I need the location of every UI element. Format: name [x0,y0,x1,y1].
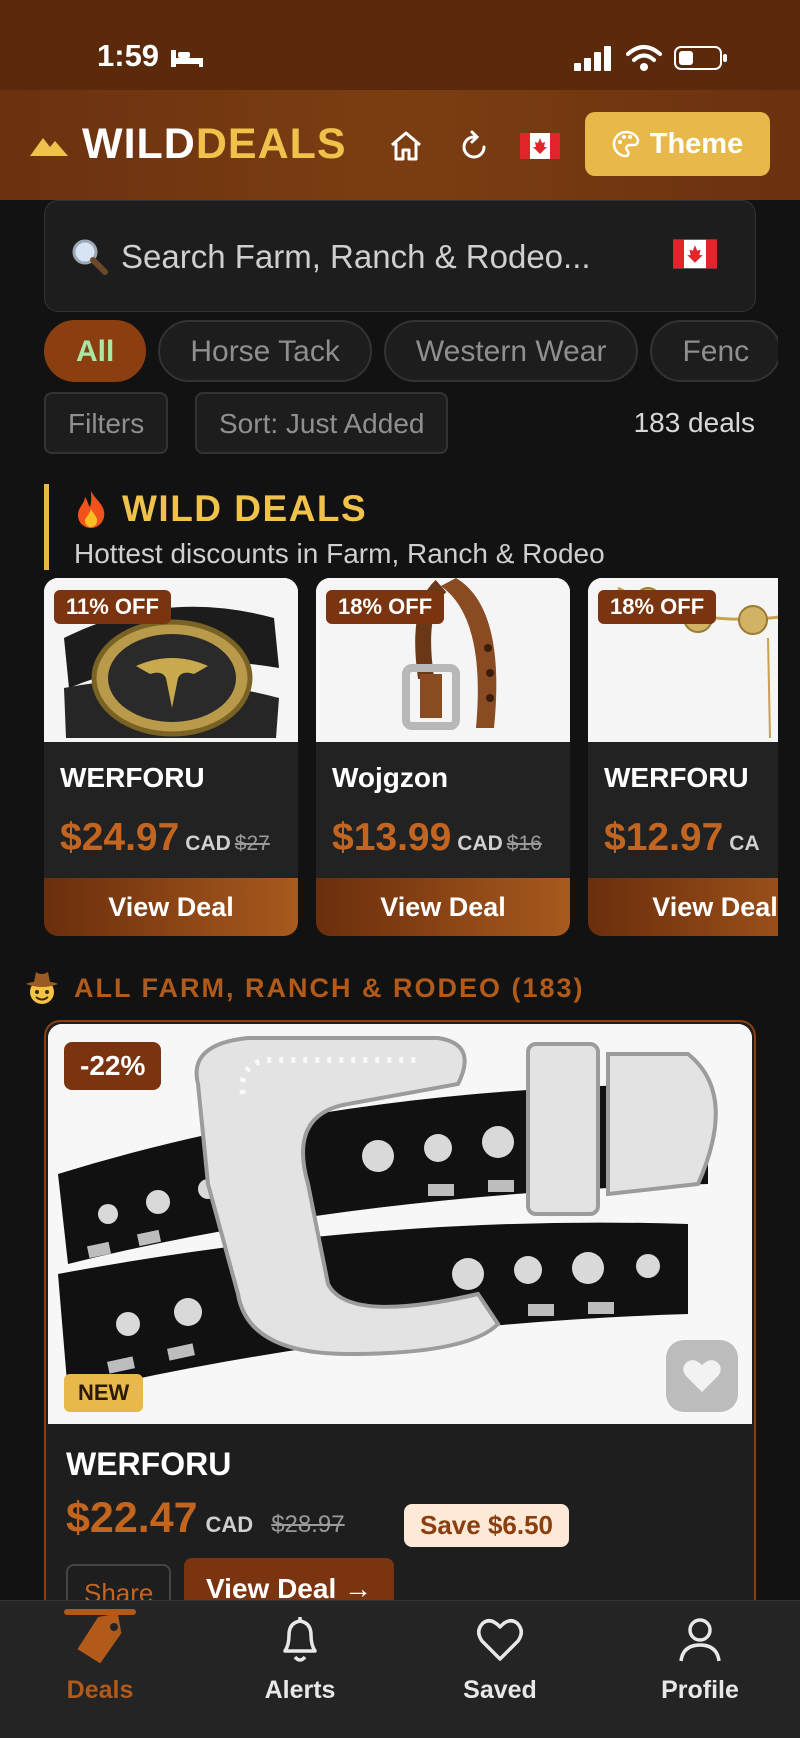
view-deal-button[interactable]: View Deal [44,878,298,936]
logo[interactable]: WILDDEALS [30,120,347,169]
product-image-concho-belt: 18% OFF [588,578,778,742]
tab-label: Alerts [264,1676,336,1704]
all-section-title: ALL FARM, RANCH & RODEO (183) [24,970,585,1006]
cowboy-emoji-icon [26,972,58,1004]
price-row: $12.97 CA [604,816,764,860]
price: $13.99 [332,816,452,859]
accent-bar [44,484,49,570]
tab-label: Deals [66,1676,134,1704]
heart-icon [477,1619,523,1661]
tab-saved[interactable]: Saved [400,1613,600,1705]
active-tab-indicator [64,1609,136,1615]
price-row: $24.97 CAD $27 [60,816,270,860]
search-placeholder: Search Farm, Ranch & Rodeo... [121,238,591,275]
original-price: $16 [506,832,542,855]
sleep-mode-icon [170,46,204,73]
wild-deals-subtitle: Hottest discounts in Farm, Ranch & Rodeo [74,538,605,569]
view-deal-button[interactable]: View Deal [588,878,778,936]
brand-name: WERFORU [60,762,205,793]
deal-card[interactable]: 11% OFF WERFORU $24.97 CAD $27 View Deal [44,578,298,936]
chip-horse-tack[interactable]: Horse Tack [158,320,372,382]
view-deal-button[interactable]: View Deal [316,878,570,936]
currency: CAD [205,1512,254,1537]
product-image-rhinestone-belt: -22% NEW [48,1024,752,1424]
currency: CAD [185,832,231,855]
price-row: $22.47 CAD $28.97 [66,1494,345,1543]
mountain-logo-icon [30,137,68,156]
all-section-title-text: ALL FARM, RANCH & RODEO (183) [74,972,585,1003]
wild-deals-title: WILD DEALS [74,488,367,530]
original-price: $28.97 [271,1511,345,1538]
tab-label: Saved [463,1676,537,1704]
product-image-leather-belt: 18% OFF [316,578,570,742]
tab-alerts[interactable]: Alerts [200,1613,400,1705]
tab-profile[interactable]: Profile [600,1613,800,1705]
wifi-icon [626,45,662,71]
refresh-icon[interactable] [454,126,494,166]
new-badge: NEW [64,1374,144,1412]
wild-deals-title-text: WILD DEALS [122,488,368,529]
category-chips: All Horse Tack Western Wear Fenc [44,320,778,384]
wild-deals-carousel[interactable]: 11% OFF WERFORU $24.97 CAD $27 View Deal 1… [44,578,778,938]
search-input[interactable]: Search Farm, Ranch & Rodeo... [44,200,756,312]
cellular-signal-icon [574,46,611,71]
search-icon [69,236,109,281]
savings-badge: Save $6.50 [404,1504,570,1547]
logo-deals-text: DEALS [195,120,347,168]
canada-flag-icon[interactable] [673,239,717,274]
discount-badge: 18% OFF [326,590,445,624]
product-image-belt-buckle: 11% OFF [44,578,298,742]
brand-name: Wojgzon [332,762,449,793]
status-bar: 1:59 [0,0,800,90]
discount-badge: 11% OFF [54,590,171,624]
heart-icon [683,1360,721,1392]
sort-button[interactable]: Sort: Just Added [195,392,449,454]
status-time: 1:59 [97,38,160,73]
favorite-button[interactable] [666,1340,738,1412]
logo-wild-text: WILD [82,120,196,168]
price: $12.97 [604,816,724,859]
currency: CAD [457,832,503,855]
discount-badge: 18% OFF [598,590,717,624]
theme-button[interactable]: Theme [585,112,770,176]
discount-badge: -22% [64,1042,162,1090]
app-header: WILDDEALS Theme [0,90,800,200]
tab-label: Profile [661,1676,739,1704]
brand-name: WERFORU [66,1446,232,1482]
deal-count: 183 deals [633,407,755,438]
filters-button[interactable]: Filters [44,392,169,454]
battery-icon [674,46,727,70]
currency: CA [729,832,760,855]
price-row: $13.99 CAD $16 [332,816,542,860]
bell-icon [283,1617,317,1662]
price: $24.97 [60,816,180,859]
price: $22.47 [66,1494,198,1542]
palette-icon [612,130,640,158]
tab-deals[interactable]: Deals [0,1609,200,1705]
user-icon [679,1618,721,1662]
brand-name: WERFORU [604,762,749,793]
deal-card[interactable]: 18% OFF Wojgzon $13.99 CAD $16 View Deal [316,578,570,936]
canada-flag-icon[interactable] [520,126,560,166]
tag-icon [77,1613,122,1664]
theme-button-label: Theme [649,127,744,160]
status-indicators [574,44,728,72]
chip-all[interactable]: All [44,320,147,382]
bottom-tab-bar: Deals Alerts Saved Profile [0,1600,800,1738]
deal-card[interactable]: 18% OFF WERFORU $12.97 CA View Deal [588,578,778,936]
chip-fencing[interactable]: Fenc [650,320,778,382]
original-price: $27 [234,832,270,855]
fire-icon [78,491,105,528]
chip-western-wear[interactable]: Western Wear [383,320,639,382]
home-icon[interactable] [386,126,426,166]
